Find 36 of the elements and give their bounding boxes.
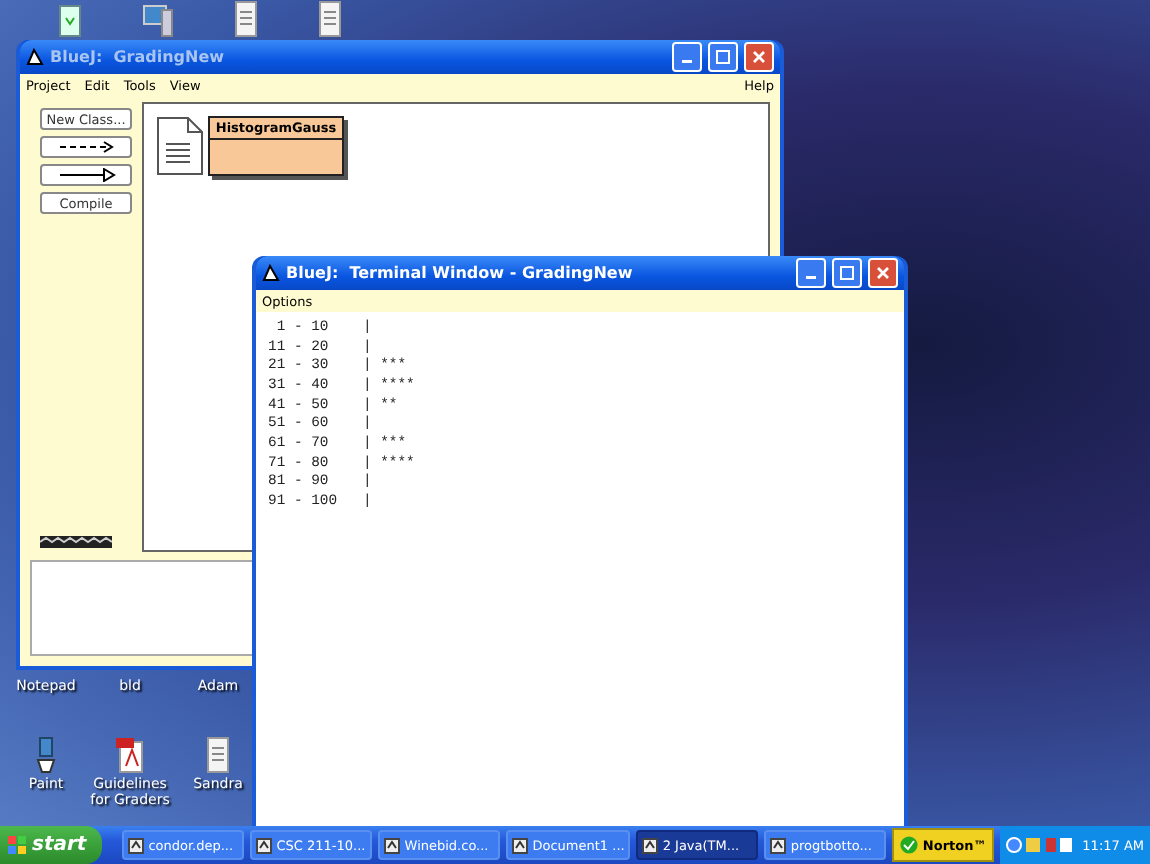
app-icon xyxy=(384,837,401,853)
computer-icon[interactable] xyxy=(142,0,174,40)
checkmark-icon xyxy=(900,836,919,854)
minimize-button[interactable] xyxy=(672,42,702,72)
close-icon xyxy=(752,50,766,64)
dependency-arrow-button[interactable] xyxy=(40,136,132,158)
inheritance-arrow-button[interactable] xyxy=(40,164,132,186)
app-icon xyxy=(128,837,145,853)
app-icon xyxy=(642,837,659,853)
pdf-document-icon[interactable] xyxy=(114,736,146,776)
maximize-icon xyxy=(716,50,730,64)
readme-note-icon[interactable] xyxy=(156,116,204,176)
maximize-button[interactable] xyxy=(832,258,862,288)
app-icon xyxy=(512,837,529,853)
bluej-app-icon xyxy=(262,264,280,282)
recycle-bin-icon[interactable] xyxy=(54,0,86,40)
start-button[interactable]: start xyxy=(0,826,103,864)
maximize-button[interactable] xyxy=(708,42,738,72)
close-button[interactable] xyxy=(744,42,774,72)
document-icon[interactable] xyxy=(314,0,346,40)
maximize-icon xyxy=(840,266,854,280)
close-icon xyxy=(876,266,890,280)
window-title: BlueJ: Terminal Window - GradingNew xyxy=(286,264,635,282)
hollow-arrow-icon xyxy=(56,168,116,182)
windows-logo-icon xyxy=(8,836,26,854)
tray-icons xyxy=(1006,836,1075,854)
bluej-app-icon xyxy=(26,48,44,66)
minimize-button[interactable] xyxy=(796,258,826,288)
document-icon[interactable] xyxy=(230,0,262,40)
app-icon xyxy=(770,837,787,853)
window-title: BlueJ: GradingNew xyxy=(50,48,227,66)
app-icon xyxy=(256,837,273,853)
document-icon[interactable] xyxy=(202,736,234,776)
progress-stripes-icon xyxy=(40,536,112,548)
close-button[interactable] xyxy=(868,258,898,288)
dashed-arrow-icon xyxy=(56,140,116,154)
